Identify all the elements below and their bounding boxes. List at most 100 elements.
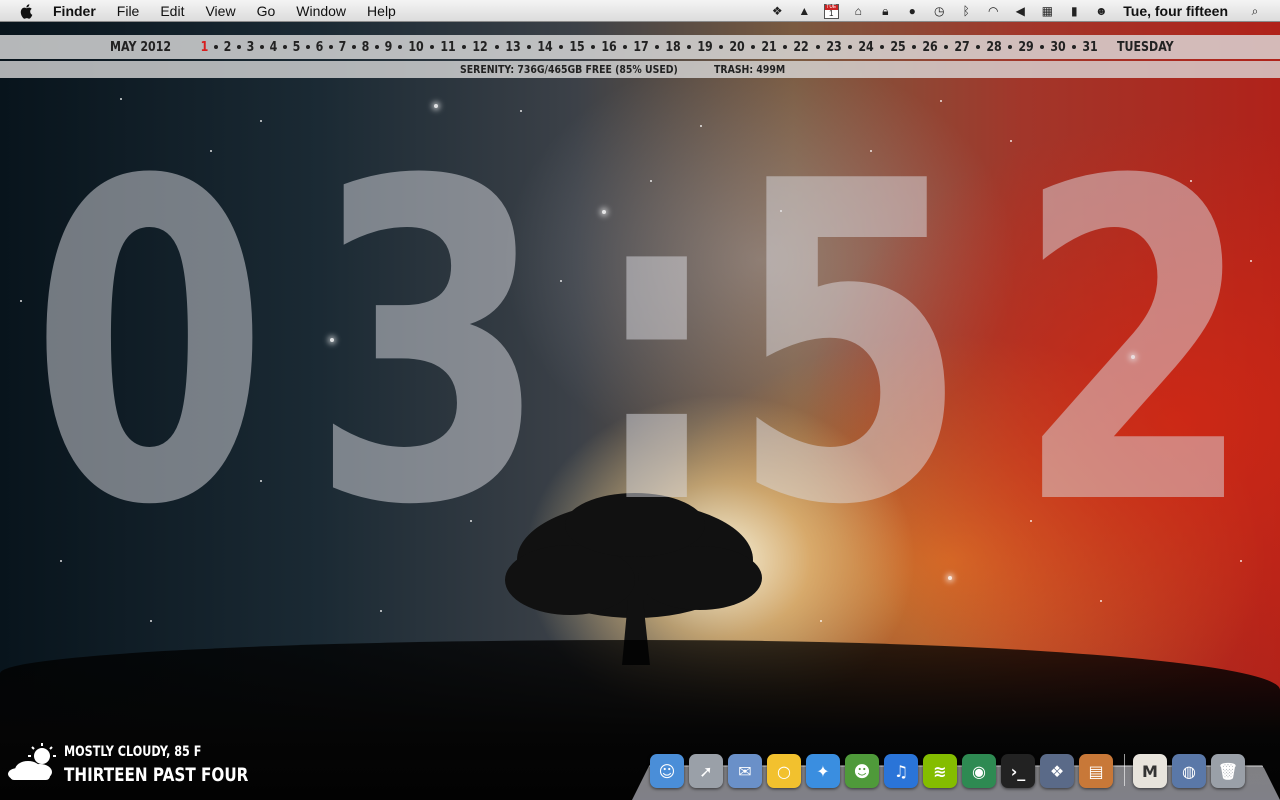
disk-strip: SERENITY: 736G/465GB FREE (85% USED) TRA… — [0, 61, 1280, 78]
calendar-day-25: 25 — [890, 39, 906, 55]
volume-icon[interactable]: ◀︎ — [1011, 3, 1029, 19]
apple-menu-icon[interactable] — [19, 3, 35, 19]
calendar-day-18: 18 — [665, 39, 681, 55]
bluetooth-icon[interactable]: ᛒ — [957, 3, 975, 19]
calendar-day-11: 11 — [440, 39, 457, 55]
us-flag-icon[interactable]: ▦ — [1038, 3, 1056, 19]
calendar-day-3: 3 — [246, 39, 255, 55]
calendar-month: MAY 2012 — [110, 39, 172, 55]
calendar-day-2: 2 — [223, 39, 232, 55]
calendar-separator-dot — [213, 45, 218, 49]
safari-icon[interactable]: ✦ — [806, 754, 840, 788]
home-icon[interactable]: ⌂ — [849, 3, 867, 19]
menubar-clock[interactable]: Tue, four fifteen — [1123, 3, 1228, 19]
calendar-day-5: 5 — [292, 39, 301, 55]
calendar-separator-dot — [375, 45, 380, 49]
spotify-icon[interactable]: ≋ — [923, 754, 957, 788]
itunes-icon[interactable]: ♫ — [884, 754, 918, 788]
clock-minute-ones: 2 — [1015, 89, 1254, 601]
mal-icon[interactable]: M — [1133, 754, 1167, 788]
lock-icon[interactable]: 🔒︎ — [876, 3, 894, 19]
clock-hour-ones: 3 — [310, 89, 549, 601]
keynote-icon[interactable]: ▤ — [1079, 754, 1113, 788]
calendar-separator-dot — [283, 45, 288, 49]
calendar-separator-dot — [590, 45, 595, 49]
clock-minute-tens: 5 — [730, 89, 969, 601]
menu-bar: Finder File Edit View Go Window Help ❖ ▲… — [0, 0, 1280, 22]
calendar-separator-dot — [655, 45, 660, 49]
calendar-day-15: 15 — [569, 39, 585, 55]
calendar-day-26: 26 — [922, 39, 938, 55]
battery-icon[interactable]: ▮ — [1065, 3, 1083, 19]
google-drive-icon[interactable]: ▲ — [795, 3, 813, 19]
calendar-day-17: 17 — [633, 39, 649, 55]
weather-widget: MOSTLY CLOUDY, 85 F THIRTEEN PAST FOUR — [6, 740, 266, 790]
menu-app-finder[interactable]: Finder — [53, 3, 96, 19]
calendar-day-10: 10 — [408, 39, 425, 55]
calendar-separator-dot — [687, 45, 692, 49]
calendar-separator-dot — [911, 45, 916, 49]
calendar-icon[interactable]: TUE 1 — [822, 3, 840, 19]
dropbox-icon[interactable]: ❖ — [768, 3, 786, 19]
calendar-day-30: 30 — [1050, 39, 1066, 55]
calendar-day-9: 9 — [384, 39, 393, 55]
mail-icon[interactable]: ✉ — [728, 754, 762, 788]
partly-cloudy-icon — [8, 743, 56, 780]
trash-icon[interactable]: 🗑 — [1211, 754, 1245, 788]
menu-help[interactable]: Help — [367, 3, 396, 19]
calendar-day-4: 4 — [269, 39, 278, 55]
calendar-day-12: 12 — [472, 39, 489, 55]
downloads-stack-icon[interactable]: ◍ — [1172, 754, 1206, 788]
calendar-separator-dot — [462, 45, 467, 49]
finder-icon[interactable]: ☺ — [650, 754, 684, 788]
calendar-separator-dot — [975, 45, 980, 49]
calendar-day-29: 29 — [1018, 39, 1034, 55]
calendar-separator-dot — [815, 45, 820, 49]
calendar-separator-dot — [622, 45, 627, 49]
calendar-separator-dot — [847, 45, 852, 49]
disk-usage: SERENITY: 736G/465GB FREE (85% USED) — [460, 63, 678, 76]
calendar-day-16: 16 — [601, 39, 617, 55]
launchpad-icon[interactable]: ➚ — [689, 754, 723, 788]
calendar-separator-dot — [943, 45, 948, 49]
big-clock: 0 3 : 5 2 — [30, 110, 1260, 580]
menu-view[interactable]: View — [205, 3, 235, 19]
calendar-separator-dot — [398, 45, 403, 49]
clock-colon: : — [588, 89, 725, 601]
calendar-separator-dot — [1008, 45, 1013, 49]
menu-window[interactable]: Window — [296, 3, 346, 19]
calendar-separator-dot — [526, 45, 531, 49]
dock: ☺ ➚ ✉ ○ ✦ ☻ ♫ ≋ ◉ ›_ ❖ ▤ M ◍ 🗑 — [650, 748, 1250, 788]
menu-go[interactable]: Go — [257, 3, 276, 19]
calendar-day-20: 20 — [729, 39, 745, 55]
terminal-icon[interactable]: ›_ — [1001, 754, 1035, 788]
calendar-separator-dot — [306, 45, 311, 49]
iphoto-icon[interactable]: ❖ — [1040, 754, 1074, 788]
time-machine-icon[interactable]: ◷ — [930, 3, 948, 19]
weather-condition: MOSTLY CLOUDY, 85 F — [64, 744, 202, 760]
calendar-separator-dot — [352, 45, 357, 49]
user-icon[interactable]: ☻ — [1092, 3, 1110, 19]
menu-edit[interactable]: Edit — [160, 3, 184, 19]
calendar-day-31: 31 — [1082, 39, 1099, 55]
calendar-separator-dot — [558, 45, 563, 49]
calendar-separator-dot — [719, 45, 724, 49]
adium-icon[interactable]: ☻ — [845, 754, 879, 788]
calendar-day-1: 1 — [200, 39, 209, 55]
trash-size: TRASH: 499M — [714, 63, 786, 76]
spotlight-icon[interactable]: ⌕ — [1246, 3, 1264, 19]
fuzzy-time: THIRTEEN PAST FOUR — [64, 764, 249, 786]
calendar-day-21: 21 — [761, 39, 778, 55]
calendar-separator-dot — [236, 45, 241, 49]
calendar-separator-dot — [494, 45, 499, 49]
calendar-separator-dot — [260, 45, 265, 49]
menu-file[interactable]: File — [117, 3, 140, 19]
clock-hour-tens: 0 — [30, 89, 269, 601]
calendar-separator-dot — [783, 45, 788, 49]
wifi-icon[interactable]: ◠ — [984, 3, 1002, 19]
circle-icon[interactable]: ● — [903, 3, 921, 19]
calendar-day-7: 7 — [338, 39, 347, 55]
chrome-icon[interactable]: ○ — [767, 754, 801, 788]
cyberduck-icon[interactable]: ◉ — [962, 754, 996, 788]
calendar-weekday: TUESDAY — [1117, 39, 1175, 55]
